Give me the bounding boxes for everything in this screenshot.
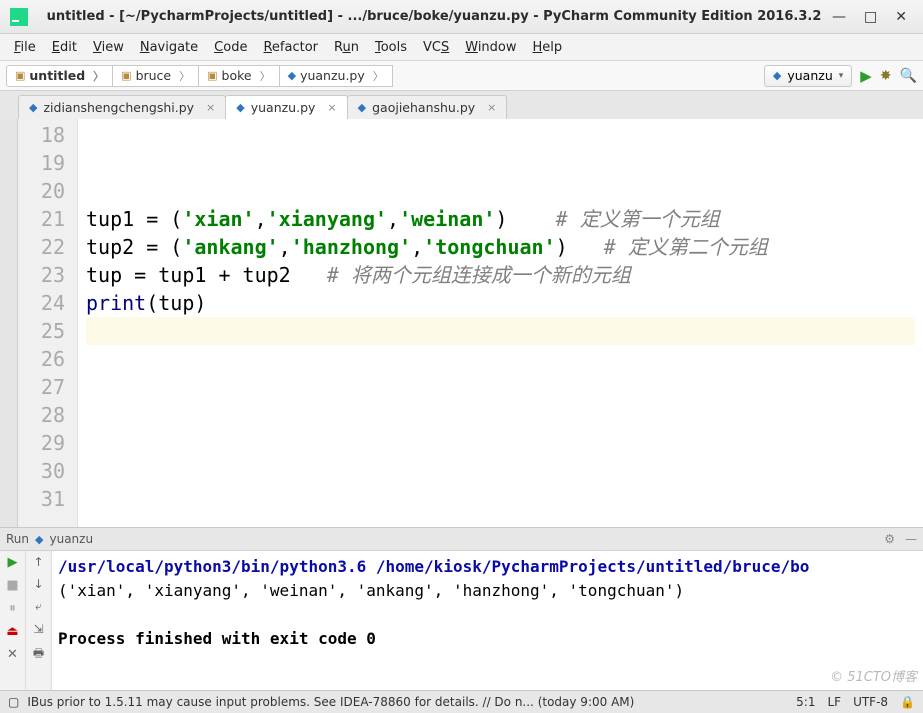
stop-button[interactable]: ■ bbox=[6, 578, 18, 593]
print-button[interactable]: 🖶 bbox=[33, 644, 44, 665]
close-icon[interactable]: × bbox=[327, 101, 336, 114]
search-everywhere-button[interactable]: 🔍 bbox=[900, 68, 917, 84]
exit-message: Process finished with exit code 0 bbox=[58, 629, 376, 648]
python-file-icon: ◆ bbox=[358, 101, 366, 114]
code-line[interactable]: tup = tup1 + tup2 # 将两个元组连接成一个新的元组 bbox=[86, 261, 915, 289]
run-tool-title: Run bbox=[6, 532, 29, 546]
interpreter-path: /usr/local/python3/bin/python3.6 /home/k… bbox=[58, 557, 809, 576]
run-tool-sub-buttons: ↑ ↓ ⤶ ⇲ 🖶 bbox=[26, 551, 52, 690]
code-line[interactable] bbox=[86, 429, 915, 457]
hide-icon[interactable]: — bbox=[905, 532, 917, 546]
pycharm-icon bbox=[10, 8, 28, 26]
console-output[interactable]: /usr/local/python3/bin/python3.6 /home/k… bbox=[52, 551, 923, 690]
exit-button[interactable]: ⏏ bbox=[6, 624, 18, 639]
code-line[interactable] bbox=[86, 317, 915, 345]
cursor-position[interactable]: 5:1 bbox=[796, 695, 815, 709]
left-gutter bbox=[0, 119, 18, 527]
status-message: IBus prior to 1.5.11 may cause input pro… bbox=[27, 695, 634, 709]
folder-icon: ▣ bbox=[15, 69, 25, 82]
lock-icon[interactable]: 🔒 bbox=[900, 695, 915, 709]
code-line[interactable] bbox=[86, 373, 915, 401]
debug-button[interactable]: ✸ bbox=[880, 68, 892, 84]
scroll-button[interactable]: ⇲ bbox=[33, 622, 43, 636]
code-line[interactable] bbox=[86, 457, 915, 485]
menu-bar: File Edit View Navigate Code Refactor Ru… bbox=[0, 34, 923, 61]
python-file-icon: ◆ bbox=[29, 101, 37, 114]
run-button[interactable]: ▶ bbox=[860, 67, 872, 85]
close-icon[interactable]: × bbox=[487, 101, 496, 114]
menu-view[interactable]: View bbox=[87, 38, 130, 57]
rerun-button[interactable]: ▶ bbox=[8, 555, 18, 570]
code-line[interactable] bbox=[86, 485, 915, 513]
folder-icon: ▣ bbox=[207, 69, 217, 82]
minimize-button[interactable]: — bbox=[832, 9, 846, 25]
code-line[interactable] bbox=[86, 177, 915, 205]
crumb-file[interactable]: ◆yuanzu.py〉 bbox=[279, 65, 393, 87]
navigation-bar: ▣untitled〉 ▣bruce〉 ▣boke〉 ◆yuanzu.py〉 ◆ … bbox=[0, 61, 923, 91]
menu-vcs[interactable]: VCS bbox=[417, 38, 455, 57]
run-tool-window: ▶ ■ ⏸ ⏏ ✕ ↑ ↓ ⤶ ⇲ 🖶 /usr/local/python3/b… bbox=[0, 550, 923, 690]
menu-code[interactable]: Code bbox=[208, 38, 253, 57]
menu-run[interactable]: Run bbox=[328, 38, 365, 57]
code-line[interactable]: tup2 = ('ankang','hanzhong','tongchuan')… bbox=[86, 233, 915, 261]
chevron-down-icon: ▾ bbox=[839, 71, 844, 81]
menu-refactor[interactable]: Refactor bbox=[257, 38, 324, 57]
python-file-icon: ◆ bbox=[288, 69, 296, 82]
run-config-dropdown[interactable]: ◆ yuanzu ▾ bbox=[764, 65, 852, 87]
menu-file[interactable]: File bbox=[8, 38, 42, 57]
close-button[interactable]: ✕ bbox=[895, 9, 907, 25]
code-area[interactable]: tup1 = ('xian','xianyang','weinan') # 定义… bbox=[78, 119, 923, 527]
encoding[interactable]: UTF-8 bbox=[853, 695, 888, 709]
title-bar: untitled - [~/PycharmProjects/untitled] … bbox=[0, 0, 923, 34]
menu-navigate[interactable]: Navigate bbox=[134, 38, 204, 57]
run-config-label: yuanzu bbox=[787, 68, 832, 83]
code-line[interactable]: print(tup) bbox=[86, 289, 915, 317]
line-separator[interactable]: LF bbox=[827, 695, 841, 709]
editor-tabs: ◆zidianshengchengshi.py× ◆yuanzu.py× ◆ga… bbox=[0, 91, 923, 119]
menu-window[interactable]: Window bbox=[459, 38, 522, 57]
code-line[interactable]: tup1 = ('xian','xianyang','weinan') # 定义… bbox=[86, 205, 915, 233]
tab-file[interactable]: ◆gaojiehanshu.py× bbox=[347, 95, 508, 119]
python-file-icon: ◆ bbox=[236, 101, 244, 114]
crumb-folder[interactable]: ▣boke〉 bbox=[198, 65, 279, 87]
tab-file-active[interactable]: ◆yuanzu.py× bbox=[225, 95, 347, 119]
breadcrumb: ▣untitled〉 ▣bruce〉 ▣boke〉 ◆yuanzu.py〉 bbox=[6, 65, 764, 87]
crumb-folder[interactable]: ▣bruce〉 bbox=[112, 65, 199, 87]
up-button[interactable]: ↑ bbox=[33, 555, 43, 569]
python-icon: ◆ bbox=[773, 69, 781, 82]
gear-icon[interactable]: ⚙ bbox=[884, 532, 895, 546]
maximize-button[interactable]: □ bbox=[864, 9, 877, 25]
run-tool-buttons: ▶ ■ ⏸ ⏏ ✕ bbox=[0, 551, 26, 690]
run-tool-header: Run ◆ yuanzu ⚙ — bbox=[0, 527, 923, 550]
menu-help[interactable]: Help bbox=[527, 38, 569, 57]
crumb-project[interactable]: ▣untitled〉 bbox=[6, 65, 113, 87]
wrap-button[interactable]: ⤶ bbox=[35, 599, 42, 614]
stdout-line: ('xian', 'xianyang', 'weinan', 'ankang',… bbox=[58, 581, 684, 600]
pause-button[interactable]: ⏸ bbox=[9, 601, 16, 616]
menu-edit[interactable]: Edit bbox=[46, 38, 83, 57]
close-tool-button[interactable]: ✕ bbox=[7, 647, 18, 662]
close-icon[interactable]: × bbox=[206, 101, 215, 114]
code-line[interactable] bbox=[86, 121, 915, 149]
menu-tools[interactable]: Tools bbox=[369, 38, 413, 57]
window-title: untitled - [~/PycharmProjects/untitled] … bbox=[36, 9, 832, 24]
status-bar: ▢ IBus prior to 1.5.11 may cause input p… bbox=[0, 690, 923, 713]
code-line[interactable] bbox=[86, 401, 915, 429]
watermark: © 51CTO博客 bbox=[830, 666, 917, 685]
code-line[interactable] bbox=[86, 345, 915, 373]
run-tool-config: yuanzu bbox=[49, 532, 93, 546]
code-line[interactable] bbox=[86, 149, 915, 177]
line-numbers: 1819202122232425262728293031 bbox=[18, 119, 78, 527]
status-tool-icon[interactable]: ▢ bbox=[8, 695, 19, 709]
down-button[interactable]: ↓ bbox=[33, 577, 43, 591]
tab-file[interactable]: ◆zidianshengchengshi.py× bbox=[18, 95, 226, 119]
folder-icon: ▣ bbox=[121, 69, 131, 82]
python-icon: ◆ bbox=[35, 533, 43, 546]
editor[interactable]: 1819202122232425262728293031 tup1 = ('xi… bbox=[0, 119, 923, 527]
